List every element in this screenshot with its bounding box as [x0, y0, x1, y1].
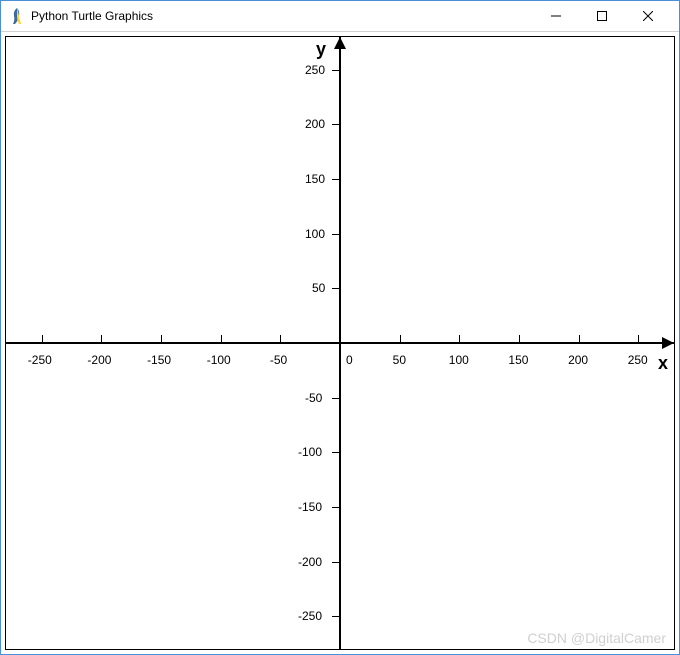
x-tick-label: -250 — [28, 353, 52, 367]
y-tick — [332, 70, 340, 71]
x-tick — [221, 335, 222, 343]
window-title: Python Turtle Graphics — [31, 9, 533, 23]
content-area: CSDN @DigitalCamer x y 0 -250 -200 -150 -100 -5… — [1, 32, 679, 654]
window-controls — [533, 1, 671, 31]
x-tick-label: -50 — [270, 353, 287, 367]
y-tick-label: -150 — [298, 500, 322, 514]
x-tick-label: -150 — [147, 353, 171, 367]
x-tick-label: -200 — [87, 353, 111, 367]
y-tick-label: 100 — [305, 227, 325, 241]
watermark-text: CSDN @DigitalCamer — [527, 630, 666, 646]
window-frame: Python Turtle Graphics CSDN @DigitalCame… — [0, 0, 680, 655]
x-tick-label: 100 — [449, 353, 469, 367]
y-tick — [332, 124, 340, 125]
y-tick — [332, 562, 340, 563]
x-tick — [638, 335, 639, 343]
close-button[interactable] — [625, 1, 671, 31]
x-axis-label: x — [658, 353, 668, 374]
origin-label: 0 — [346, 353, 353, 367]
x-tick — [42, 335, 43, 343]
y-tick — [332, 507, 340, 508]
x-tick-label: 250 — [628, 353, 648, 367]
x-tick — [400, 335, 401, 343]
turtle-canvas: CSDN @DigitalCamer x y 0 -250 -200 -150 -100 -5… — [5, 36, 675, 650]
x-tick-label: 200 — [568, 353, 588, 367]
y-axis — [339, 37, 341, 649]
x-tick — [161, 335, 162, 343]
y-tick — [332, 616, 340, 617]
x-tick — [280, 335, 281, 343]
x-tick — [101, 335, 102, 343]
y-tick-label: 250 — [305, 63, 325, 77]
y-tick-label: 50 — [312, 281, 325, 295]
x-tick-label: -100 — [207, 353, 231, 367]
y-tick-label: -250 — [298, 609, 322, 623]
titlebar: Python Turtle Graphics — [1, 1, 679, 32]
maximize-button[interactable] — [579, 1, 625, 31]
x-tick — [579, 335, 580, 343]
y-tick — [332, 288, 340, 289]
x-tick — [519, 335, 520, 343]
y-tick-label: -100 — [298, 445, 322, 459]
y-tick-label: -50 — [305, 391, 322, 405]
x-tick-label: 50 — [393, 353, 406, 367]
y-tick-label: 150 — [305, 172, 325, 186]
y-tick — [332, 179, 340, 180]
python-feather-icon — [9, 8, 25, 24]
y-tick-label: -200 — [298, 555, 322, 569]
x-axis-arrowhead — [662, 337, 674, 349]
x-tick — [459, 335, 460, 343]
minimize-button[interactable] — [533, 1, 579, 31]
y-axis-label: y — [316, 39, 326, 60]
x-tick-label: 150 — [508, 353, 528, 367]
y-tick — [332, 398, 340, 399]
y-tick-label: 200 — [305, 117, 325, 131]
y-tick — [332, 234, 340, 235]
y-axis-arrowhead — [334, 37, 346, 49]
y-tick — [332, 452, 340, 453]
